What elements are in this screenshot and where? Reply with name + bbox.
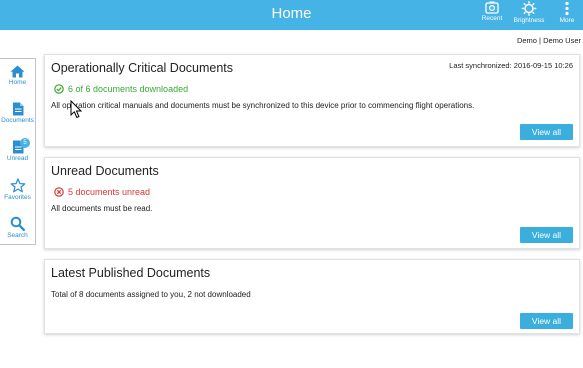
sidebar-item-label: Home	[8, 79, 27, 86]
view-all-unread-button[interactable]: View all	[520, 227, 573, 243]
download-status-text: 6 of 6 documents downloaded	[68, 84, 189, 94]
mouse-cursor-icon	[70, 100, 82, 119]
more-label: More	[559, 17, 575, 24]
last-synchronized: Last synchronized: 2016-09-15 10:26	[449, 61, 573, 70]
home-icon	[10, 65, 25, 78]
documents-icon	[12, 102, 23, 116]
sidebar-item-label: Unread	[6, 155, 29, 162]
brightness-button[interactable]: Brightness	[513, 1, 545, 29]
sidebar: Home Documents 5 Unread Favorites Search	[0, 58, 36, 245]
sidebar-item-search[interactable]: Search	[0, 216, 35, 239]
card-title: Unread Documents	[51, 164, 159, 178]
unread-documents-card: Unread Documents 5 documents unread All …	[44, 157, 580, 249]
sidebar-item-favorites[interactable]: Favorites	[0, 178, 35, 201]
card-title: Latest Published Documents	[51, 266, 211, 280]
card-title: Operationally Critical Documents	[51, 61, 234, 75]
unread-count-badge: 5	[20, 138, 30, 148]
unread-status: 5 documents unread	[54, 187, 150, 197]
check-circle-icon	[54, 84, 64, 94]
brightness-label: Brightness	[513, 17, 545, 24]
error-circle-icon	[54, 187, 64, 197]
more-icon	[565, 1, 569, 16]
sidebar-item-label: Documents	[1, 117, 34, 124]
view-all-latest-button[interactable]: View all	[520, 313, 573, 329]
card-description: All documents must be read.	[51, 204, 153, 213]
sidebar-item-home[interactable]: Home	[0, 65, 35, 86]
camera-icon	[485, 1, 499, 14]
view-all-critical-button[interactable]: View all	[520, 124, 573, 140]
sidebar-item-documents[interactable]: Documents	[0, 102, 35, 124]
brightness-icon	[521, 1, 537, 16]
more-button[interactable]: More	[551, 1, 583, 29]
unread-status-text: 5 documents unread	[68, 187, 151, 197]
card-description: All operation critical manuals and docum…	[51, 101, 475, 110]
critical-documents-card: Operationally Critical Documents Last sy…	[44, 54, 580, 147]
sidebar-item-label: Search	[7, 232, 28, 239]
top-bar: Home Recent Brightness More	[0, 0, 583, 30]
latest-documents-card: Latest Published Documents Total of 8 do…	[44, 259, 580, 334]
recent-button[interactable]: Recent	[476, 1, 508, 29]
search-icon	[10, 216, 25, 231]
star-icon	[10, 178, 25, 193]
card-description: Total of 8 documents assigned to you, 2 …	[51, 290, 251, 299]
download-status: 6 of 6 documents downloaded	[54, 84, 188, 94]
sidebar-item-label: Favorites	[4, 194, 31, 201]
sidebar-item-unread[interactable]: 5 Unread	[0, 138, 35, 162]
user-info[interactable]: Demo | Demo User	[517, 36, 581, 45]
recent-label: Recent	[481, 15, 503, 22]
